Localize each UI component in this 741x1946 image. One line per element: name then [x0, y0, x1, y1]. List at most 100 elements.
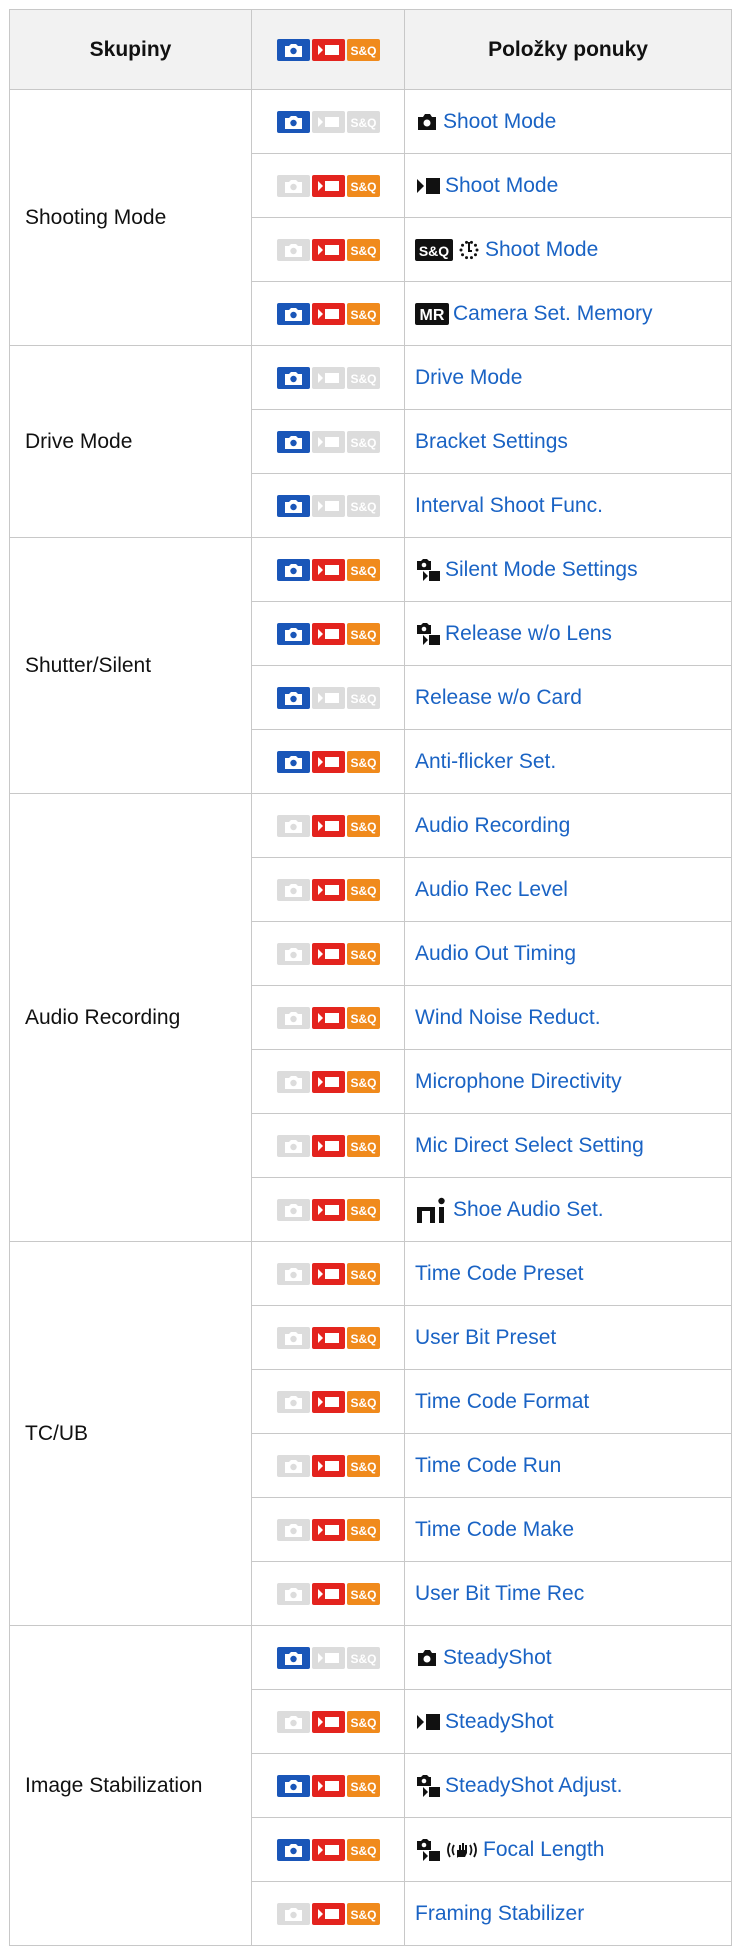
mode-availability: S&Q — [251, 857, 405, 922]
mode-availability: S&Q — [251, 1497, 405, 1562]
menu-item-link[interactable]: Wind Noise Reduct. — [415, 1006, 601, 1029]
menu-item-link[interactable]: Framing Stabilizer — [415, 1902, 584, 1925]
movie-mode-active-icon — [311, 1902, 345, 1925]
photo-mode-inactive-icon — [276, 1390, 310, 1413]
sq-mode-active-icon: S&Q — [346, 1454, 380, 1477]
menu-item-link[interactable]: Time Code Make — [415, 1518, 574, 1541]
sq-mode-label: S&Q — [350, 1460, 376, 1474]
group-name: Audio Recording — [9, 793, 252, 1242]
menu-item-cell: Mic Direct Select Setting — [404, 1113, 732, 1178]
sq-mode-active-icon: S&Q — [346, 750, 380, 773]
menu-item-link[interactable]: Focal Length — [483, 1838, 604, 1861]
movie-mode-active-icon — [311, 814, 345, 837]
photo-mode-inactive-icon — [276, 1454, 310, 1477]
photo-movie-icon — [415, 1837, 441, 1863]
menu-item-link[interactable]: Audio Out Timing — [415, 942, 576, 965]
items-header: Položky ponuky — [404, 9, 732, 90]
movie-mode-active-icon — [311, 878, 345, 901]
photo-mode-active-icon — [276, 558, 310, 581]
movie-mode-inactive-icon — [311, 686, 345, 709]
movie-mode-active-icon — [311, 1518, 345, 1541]
menu-item-link[interactable]: User Bit Time Rec — [415, 1582, 584, 1605]
sq-mode-label: S&Q — [350, 1332, 376, 1346]
sq-mode-label: S&Q — [350, 692, 376, 706]
sq-mode-label: S&Q — [350, 1652, 376, 1666]
movie-mode-active-icon — [311, 1390, 345, 1413]
menu-item-link[interactable]: Shoot Mode — [445, 174, 558, 197]
menu-item-link[interactable]: Bracket Settings — [415, 430, 568, 453]
menu-item-cell: S&Q Shoot Mode — [404, 217, 732, 282]
photo-mode-active-icon — [276, 622, 310, 645]
sq-mode-label: S&Q — [350, 1844, 376, 1858]
sq-mode-active-icon: S&Q — [346, 814, 380, 837]
sq-mode-label: S&Q — [350, 1204, 376, 1218]
menu-item-link[interactable]: Shoot Mode — [485, 238, 598, 261]
menu-item-link[interactable]: Release w/o Lens — [445, 622, 612, 645]
menu-item-cell: Audio Recording — [404, 793, 732, 858]
movie-mode-active-icon — [311, 1774, 345, 1797]
sq-mode-active-icon: S&Q — [346, 622, 380, 645]
menu-item-cell: Anti-flicker Set. — [404, 729, 732, 794]
mode-availability: S&Q — [251, 921, 405, 986]
menu-item-link[interactable]: Anti-flicker Set. — [415, 750, 556, 773]
table-row: Image Stabilization S&Q SteadyShot — [9, 1625, 732, 1946]
menu-item-link[interactable]: User Bit Preset — [415, 1326, 556, 1349]
photo-mode-inactive-icon — [276, 1198, 310, 1221]
movie-mode-active-icon — [311, 1006, 345, 1029]
menu-item-link[interactable]: Silent Mode Settings — [445, 558, 638, 581]
sq-mode-inactive-icon: S&Q — [346, 366, 380, 389]
menu-item-link[interactable]: Drive Mode — [415, 366, 522, 389]
movie-mode-inactive-icon — [311, 494, 345, 517]
movie-mode-active-icon — [311, 1326, 345, 1349]
menu-item-cell: Bracket Settings — [404, 409, 732, 474]
sq-mode-label: S&Q — [350, 116, 376, 130]
menu-item-link[interactable]: Microphone Directivity — [415, 1070, 622, 1093]
sq-mode-label: S&Q — [350, 820, 376, 834]
movie-mode-active-icon — [311, 238, 345, 261]
sq-mode-active-icon: S&Q — [346, 558, 380, 581]
mode-availability: S&Q — [251, 601, 405, 666]
sq-badge-icon: S&Q — [415, 238, 453, 262]
sq-mode-label: S&Q — [350, 372, 376, 386]
photo-mode-active-icon — [276, 750, 310, 773]
photo-mode-inactive-icon — [276, 1006, 310, 1029]
mode-availability: S&Q — [251, 409, 405, 474]
menu-item-link[interactable]: Mic Direct Select Setting — [415, 1134, 644, 1157]
menu-item-cell: Silent Mode Settings — [404, 537, 732, 602]
menu-item-link[interactable]: SteadyShot Adjust. — [445, 1774, 622, 1797]
menu-item-link[interactable]: Shoot Mode — [443, 110, 556, 133]
group-name: Drive Mode — [9, 345, 252, 538]
menu-item-link[interactable]: Camera Set. Memory — [453, 302, 653, 325]
sq-mode-label: S&Q — [350, 948, 376, 962]
mode-availability: S&Q — [251, 1369, 405, 1434]
movie-mode-active-icon — [311, 1134, 345, 1157]
mode-availability: S&Q — [251, 1689, 405, 1754]
mode-availability: S&Q — [251, 665, 405, 730]
menu-table-body: Shooting Mode S&Q Shoot Mode S&Q Shoot Mod… — [9, 89, 732, 1946]
movie-mode-active-icon — [311, 1198, 345, 1221]
movie-mode-active-icon — [311, 1262, 345, 1285]
sq-mode-active-icon: S&Q — [346, 1518, 380, 1541]
photo-mode-active-icon — [276, 494, 310, 517]
menu-item-cell: User Bit Preset — [404, 1305, 732, 1370]
menu-item-link[interactable]: Time Code Run — [415, 1454, 561, 1477]
group-name: Shutter/Silent — [9, 537, 252, 794]
menu-item-link[interactable]: Shoe Audio Set. — [453, 1198, 604, 1221]
menu-item-link[interactable]: Time Code Preset — [415, 1262, 583, 1285]
movie-mode-active-icon — [311, 1838, 345, 1861]
menu-item-link[interactable]: Audio Rec Level — [415, 878, 568, 901]
menu-item-cell: Time Code Preset — [404, 1241, 732, 1306]
menu-item-link[interactable]: Audio Recording — [415, 814, 570, 837]
mode-availability: S&Q — [251, 345, 405, 410]
menu-item-cell: Interval Shoot Func. — [404, 473, 732, 538]
menu-item-link[interactable]: SteadyShot — [445, 1710, 554, 1733]
sq-mode-label: S&Q — [350, 1524, 376, 1538]
menu-item-link[interactable]: Time Code Format — [415, 1390, 589, 1413]
menu-item-cell: SteadyShot — [404, 1625, 732, 1690]
mode-availability: S&Q — [251, 1433, 405, 1498]
menu-item-link[interactable]: Interval Shoot Func. — [415, 494, 603, 517]
menu-item-link[interactable]: Release w/o Card — [415, 686, 582, 709]
menu-item-link[interactable]: SteadyShot — [443, 1646, 552, 1669]
movie-mode-active-icon — [311, 558, 345, 581]
mode-availability: S&Q — [251, 1625, 405, 1690]
